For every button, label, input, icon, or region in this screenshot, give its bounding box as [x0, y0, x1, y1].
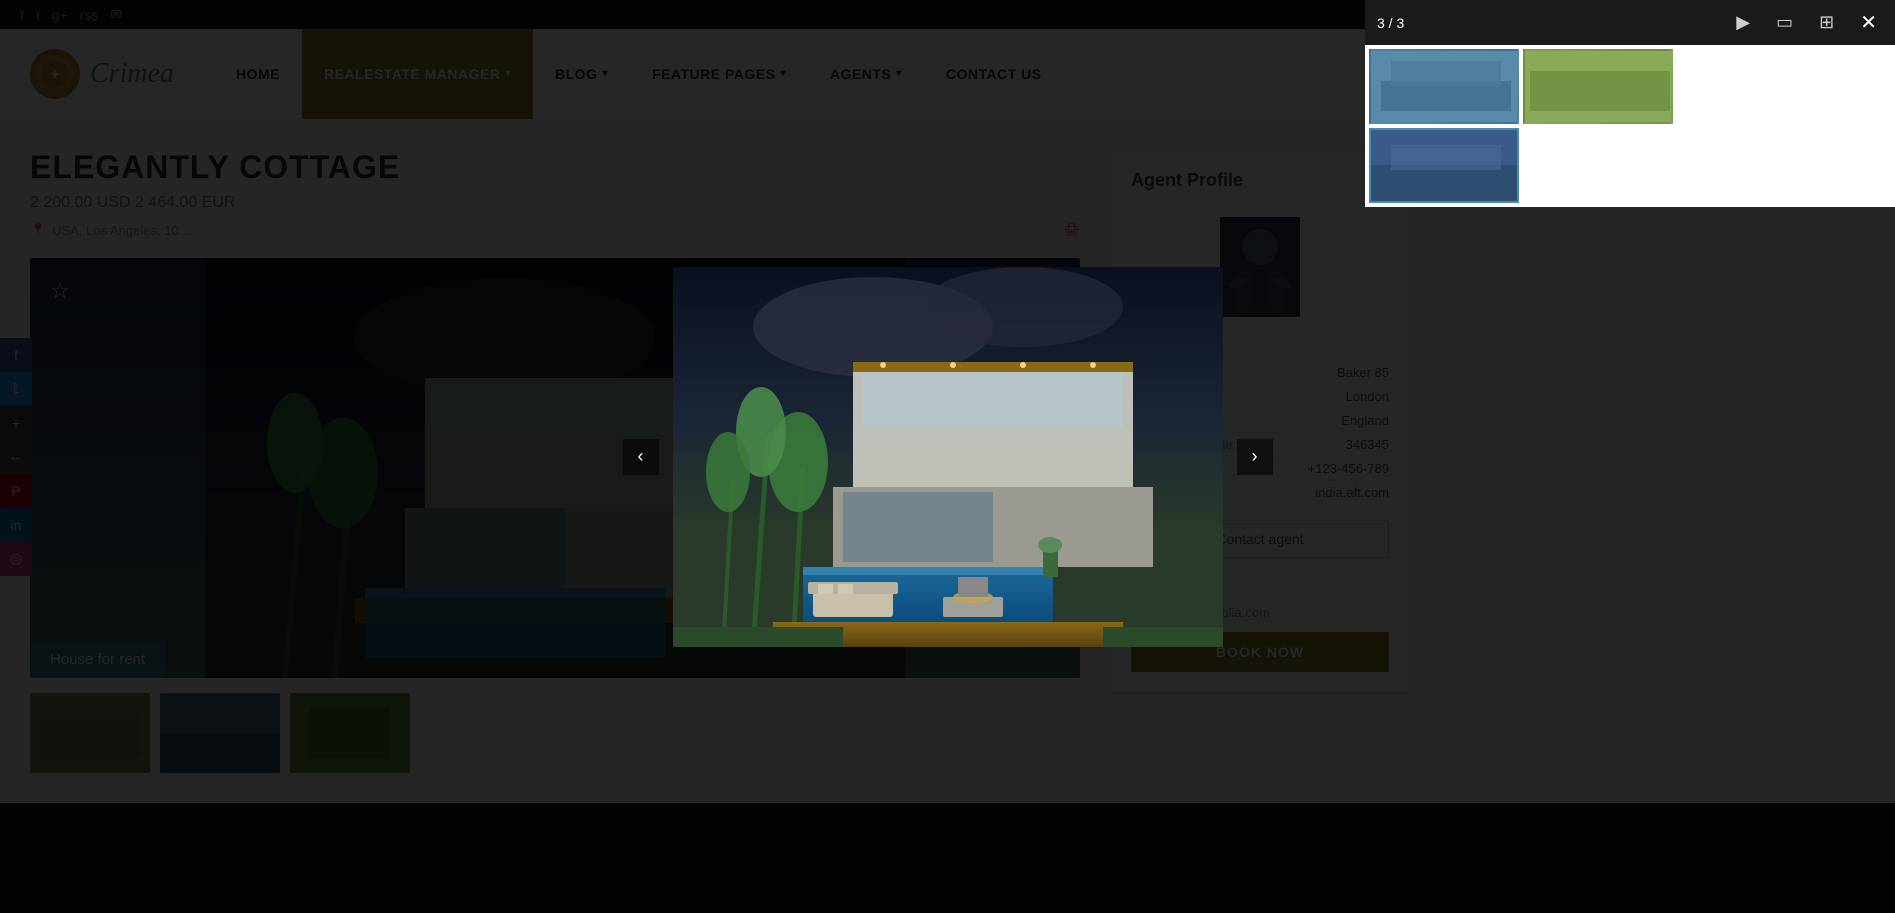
lightbox-thumb-row-1 [1369, 49, 1891, 124]
lightbox-image-container: ‹ [673, 267, 1223, 647]
lightbox-prev-button[interactable]: ‹ [623, 439, 659, 475]
lightbox-thumb-row-2 [1369, 128, 1891, 203]
lightbox-toolbar: 3 / 3 ▶ ▭ ⊞ ✕ [1365, 0, 1895, 45]
lightbox-play-button[interactable]: ▶ [1730, 10, 1756, 35]
lightbox-thumbnail-1[interactable] [1369, 49, 1519, 124]
lightbox-grid-button[interactable]: ⊞ [1813, 10, 1840, 35]
lightbox-overlay[interactable]: 3 / 3 ▶ ▭ ⊞ ✕ [0, 0, 1895, 913]
lightbox-controls-panel: 3 / 3 ▶ ▭ ⊞ ✕ [1365, 0, 1895, 207]
lightbox-fit-button[interactable]: ▭ [1770, 10, 1799, 35]
lightbox-thumbnails [1365, 45, 1895, 207]
lightbox-close-button[interactable]: ✕ [1854, 8, 1883, 37]
lightbox-next-button[interactable]: › [1237, 439, 1273, 475]
lightbox-main-image [673, 267, 1223, 647]
lightbox-thumbnail-3[interactable] [1369, 128, 1519, 203]
lightbox-thumbnail-2[interactable] [1523, 49, 1673, 124]
lightbox-counter: 3 / 3 [1377, 15, 1404, 31]
